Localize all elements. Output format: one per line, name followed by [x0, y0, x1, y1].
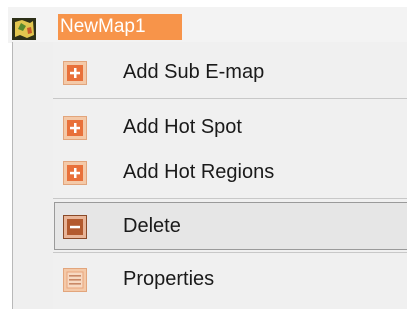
- menu-item-add-sub-emap[interactable]: Add Sub E-map: [13, 48, 407, 96]
- tree-row: NewMap1: [0, 0, 407, 44]
- plus-icon: [63, 116, 87, 140]
- menu-separator: [53, 98, 407, 99]
- context-menu: Add Sub E-map Add Hot Spot Add Hot Regio…: [12, 42, 407, 309]
- menu-separator: [53, 252, 407, 253]
- app-canvas: NewMap1 Add Sub E-map Add Hot Spot Add H…: [0, 0, 407, 309]
- tree-node-label[interactable]: NewMap1: [58, 14, 182, 40]
- map-icon[interactable]: [12, 18, 36, 40]
- menu-item-label: Delete: [123, 215, 181, 237]
- menu-separator: [53, 198, 407, 199]
- menu-item-label: Properties: [123, 268, 215, 290]
- menu-item-add-hot-regions[interactable]: Add Hot Regions: [13, 148, 407, 196]
- minus-icon: [63, 215, 87, 239]
- list-icon: [63, 268, 87, 292]
- menu-item-label: Add Sub E-map: [123, 61, 265, 83]
- menu-item-label: Add Hot Regions: [123, 161, 275, 183]
- plus-icon: [63, 161, 87, 185]
- menu-item-delete[interactable]: Delete: [13, 202, 407, 250]
- menu-item-label: Add Hot Spot: [123, 116, 242, 138]
- plus-icon: [63, 61, 87, 85]
- menu-item-add-hot-spot[interactable]: Add Hot Spot: [13, 103, 407, 151]
- menu-item-properties[interactable]: Properties: [13, 255, 407, 303]
